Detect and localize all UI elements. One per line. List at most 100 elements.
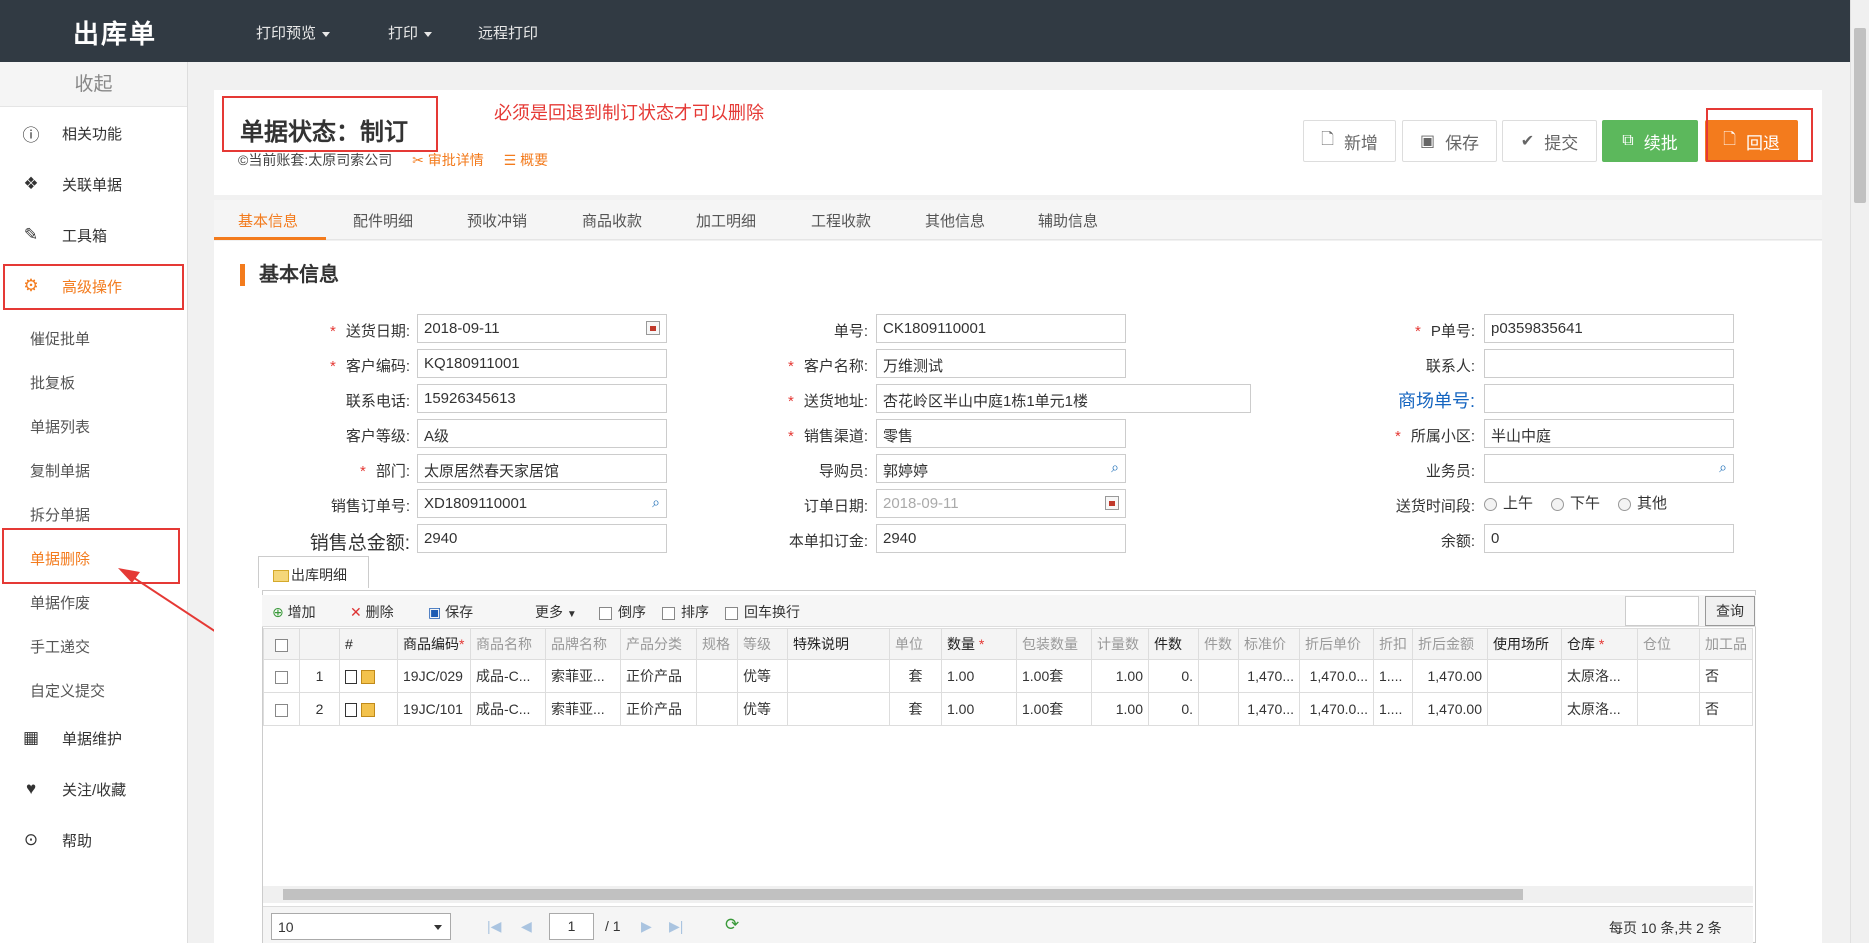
order-no-field[interactable]: CK1809110001 bbox=[876, 314, 1126, 343]
table-row[interactable]: 1 19JC/029 成品-C... 索菲亚... 正价产品 优等 套 1.00… bbox=[263, 659, 1753, 693]
select-all-checkbox[interactable] bbox=[263, 628, 300, 660]
delivery-date-label: * 送货日期: bbox=[329, 323, 410, 340]
sidebar-collapse[interactable]: 收起 bbox=[0, 62, 187, 107]
delivery-date-field[interactable]: 2018-09-11 bbox=[417, 314, 667, 343]
save-button[interactable]: ▣ 保存 bbox=[1402, 120, 1497, 162]
customer-level-field[interactable]: A级 bbox=[417, 419, 667, 448]
approval-link[interactable]: ✂ 审批详情 bbox=[412, 152, 484, 168]
continue-approval-button[interactable]: ⧉ 续批 bbox=[1602, 120, 1698, 162]
sales-order-field[interactable]: XD1809110001 ⌕ bbox=[417, 489, 667, 518]
prev-page-icon[interactable]: ◀ bbox=[521, 918, 532, 935]
sub-item-manual-submit[interactable]: 手工递交 bbox=[30, 636, 90, 657]
account-text: ©当前账套:太原司索公司 bbox=[238, 152, 393, 168]
grid-pager: 10 |◀ ◀ 1 / 1 ▶ ▶| ⟳ 每页 10 条,共 2 条 bbox=[263, 906, 1753, 943]
calendar-icon[interactable] bbox=[1105, 496, 1119, 510]
mall-no-field[interactable] bbox=[1484, 384, 1734, 413]
refresh-icon[interactable]: ⟳ bbox=[725, 915, 739, 935]
sidebar-item-maintenance[interactable]: ▦ 单据维护 bbox=[0, 715, 188, 761]
order-date-field[interactable]: 2018-09-11 bbox=[876, 489, 1126, 518]
menu-print-preview[interactable]: 打印预览 bbox=[256, 22, 331, 43]
sort-checkbox[interactable]: 排序 bbox=[662, 602, 709, 622]
scrollbar-thumb[interactable] bbox=[1854, 28, 1866, 203]
time-slot-morning-radio[interactable]: 上午 bbox=[1484, 492, 1533, 513]
balance-field[interactable]: 0 bbox=[1484, 524, 1734, 553]
menu-remote-print[interactable]: 远程打印 bbox=[478, 22, 538, 43]
document-icon[interactable] bbox=[345, 670, 357, 685]
heart-icon: ♥ bbox=[25, 779, 37, 798]
grid-more-dropdown[interactable]: 更多 ▼ bbox=[535, 602, 577, 622]
search-icon[interactable]: ⌕ bbox=[1719, 459, 1727, 476]
page-vertical-scrollbar[interactable] bbox=[1850, 0, 1869, 943]
tab-outbound-detail[interactable]: 出库明细 bbox=[258, 556, 369, 588]
customer-name-field[interactable]: 万维测试 bbox=[876, 349, 1126, 378]
sidebar-item-linked-docs[interactable]: ❖ 关联单据 bbox=[0, 161, 188, 207]
edit-icon[interactable] bbox=[361, 703, 375, 718]
contact-field[interactable] bbox=[1484, 349, 1734, 378]
sub-item-split[interactable]: 拆分单据 bbox=[30, 504, 90, 525]
search-icon[interactable]: ⌕ bbox=[652, 494, 660, 511]
first-page-icon[interactable]: |◀ bbox=[487, 918, 501, 935]
sub-item-copy[interactable]: 复制单据 bbox=[30, 460, 90, 481]
tab-prepay[interactable]: 预收冲销 bbox=[467, 210, 527, 231]
calendar-icon[interactable] bbox=[646, 321, 660, 335]
tab-parts[interactable]: 配件明细 bbox=[353, 210, 413, 231]
menu-print[interactable]: 打印 bbox=[388, 22, 433, 43]
sub-item-custom-submit[interactable]: 自定义提交 bbox=[30, 680, 105, 701]
grid-add-button[interactable]: ⊕ 增加 bbox=[272, 602, 316, 622]
customer-code-field[interactable]: KQ180911001 bbox=[417, 349, 667, 378]
tab-other-info[interactable]: 其他信息 bbox=[925, 210, 985, 231]
phone-field[interactable]: 15926345613 bbox=[417, 384, 667, 413]
tab-processing[interactable]: 加工明细 bbox=[696, 210, 756, 231]
wrench-icon: ✎ bbox=[23, 225, 39, 244]
submit-button[interactable]: ✔ 提交 bbox=[1502, 120, 1597, 162]
tab-project-receipt[interactable]: 工程收款 bbox=[811, 210, 871, 231]
address-field[interactable]: 杏花岭区半山中庭1栋1单元1楼 bbox=[876, 384, 1251, 413]
grid-query-button[interactable]: 查询 bbox=[1705, 596, 1755, 626]
summary-link[interactable]: ☰ 概要 bbox=[504, 152, 548, 168]
total-field[interactable]: 2940 bbox=[417, 524, 667, 553]
p-no-field[interactable]: p0359835641 bbox=[1484, 314, 1734, 343]
tab-basic-info[interactable]: 基本信息 bbox=[238, 210, 298, 231]
grid-delete-button[interactable]: ✕ 删除 bbox=[350, 602, 394, 622]
tab-goods-receipt[interactable]: 商品收款 bbox=[582, 210, 642, 231]
col-header: 产品分类 bbox=[620, 628, 697, 660]
top-bar: 出库单 打印预览 打印 远程打印 bbox=[0, 0, 1850, 62]
table-row[interactable]: 2 19JC/101 成品-C... 索菲亚... 正价产品 优等 套 1.00… bbox=[263, 692, 1753, 726]
sub-item-doc-list[interactable]: 单据列表 bbox=[30, 416, 90, 437]
next-page-icon[interactable]: ▶ bbox=[641, 918, 652, 935]
sub-item-reply[interactable]: 批复板 bbox=[30, 372, 75, 393]
reverse-checkbox[interactable]: 倒序 bbox=[599, 602, 646, 622]
sidebar-item-related[interactable]: ⓘ 相关功能 bbox=[0, 110, 188, 156]
time-slot-afternoon-radio[interactable]: 下午 bbox=[1551, 492, 1600, 513]
dept-field[interactable]: 太原居然春天家居馆 bbox=[417, 454, 667, 483]
salesman-label: 业务员: bbox=[1425, 463, 1475, 480]
sidebar-item-favorites[interactable]: ♥ 关注/收藏 bbox=[0, 766, 188, 812]
tab-aux-info[interactable]: 辅助信息 bbox=[1038, 210, 1098, 231]
time-slot-other-radio[interactable]: 其他 bbox=[1618, 492, 1667, 513]
grid-search-input[interactable] bbox=[1625, 596, 1699, 626]
search-icon[interactable]: ⌕ bbox=[1111, 459, 1119, 476]
sub-item-void[interactable]: 单据作废 bbox=[30, 592, 90, 613]
document-icon[interactable] bbox=[345, 703, 357, 718]
community-field[interactable]: 半山中庭 bbox=[1484, 419, 1734, 448]
salesman-field[interactable]: ⌕ bbox=[1484, 454, 1734, 483]
page-size-select[interactable]: 10 bbox=[271, 913, 451, 940]
grid-horizontal-scrollbar[interactable] bbox=[263, 886, 1753, 903]
new-button[interactable]: 🗋 新增 bbox=[1303, 120, 1396, 162]
enter-wrap-checkbox[interactable]: 回车换行 bbox=[725, 602, 800, 622]
file-icon: 🗋 bbox=[1321, 130, 1334, 148]
page-number-input[interactable]: 1 bbox=[549, 913, 594, 940]
guide-field[interactable]: 郭婷婷 ⌕ bbox=[876, 454, 1126, 483]
sidebar-item-help[interactable]: ⊙ 帮助 bbox=[0, 817, 188, 863]
channel-field[interactable]: 零售 bbox=[876, 419, 1126, 448]
scrollbar-thumb[interactable] bbox=[283, 889, 1523, 900]
deposit-field[interactable]: 2940 bbox=[876, 524, 1126, 553]
sidebar-item-toolbox[interactable]: ✎ 工具箱 bbox=[0, 212, 188, 258]
last-page-icon[interactable]: ▶| bbox=[669, 918, 683, 935]
customer-code-label: * 客户编码: bbox=[329, 358, 410, 375]
grid-save-button[interactable]: ▣ 保存 bbox=[428, 602, 473, 622]
edit-icon[interactable] bbox=[361, 670, 375, 685]
sub-item-urge[interactable]: 催促批单 bbox=[30, 328, 90, 349]
row-checkbox[interactable] bbox=[263, 659, 300, 693]
row-checkbox[interactable] bbox=[263, 692, 300, 726]
